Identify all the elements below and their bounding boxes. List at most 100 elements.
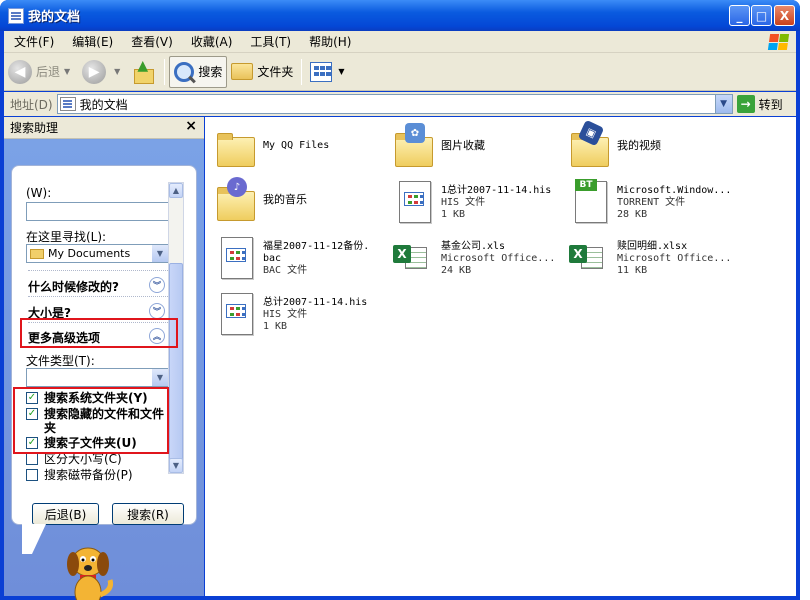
checkbox-box[interactable]: [26, 453, 38, 465]
file-name: My QQ Files: [263, 140, 330, 151]
file-name: Microsoft.Window...: [617, 185, 732, 196]
search-pane-body: (W): 在这里寻找(L): My Documents ▼ 什么时候修改的? ︾…: [4, 140, 204, 600]
minimize-button[interactable]: _: [729, 5, 750, 26]
scroll-thumb[interactable]: [169, 263, 183, 463]
file-size: 24 KB: [441, 265, 472, 276]
views-icon: [310, 61, 333, 82]
excel-icon: X: [569, 235, 609, 281]
file-size: 11 KB: [617, 265, 648, 276]
search-assistant-pane: 搜索助理 × (W): 在这里寻找(L): My Documents ▼ 什么时…: [4, 117, 204, 600]
case-sensitive-checkbox[interactable]: 区分大小写(C): [26, 452, 166, 466]
up-folder-button[interactable]: [128, 56, 160, 88]
go-button[interactable]: → 转到: [736, 95, 783, 113]
window-title: 我的文档: [28, 10, 81, 25]
chevron-down-icon[interactable]: ▼: [114, 67, 120, 76]
chevron-down-icon[interactable]: ▼: [152, 245, 168, 262]
close-button[interactable]: X: [774, 5, 795, 26]
file-item[interactable]: 总计2007-11-14.his HIS 文件 1 KB: [215, 291, 391, 347]
look-in-select[interactable]: My Documents ▼: [26, 244, 169, 263]
field-label: (W):: [26, 186, 52, 200]
search-tape-backup-checkbox[interactable]: 搜索磁带备份(P): [26, 468, 166, 482]
search-options-panel: (W): 在这里寻找(L): My Documents ▼ 什么时候修改的? ︾…: [11, 165, 197, 525]
maximize-button[interactable]: □: [751, 5, 772, 26]
file-item[interactable]: ✿ 图片收藏: [393, 123, 569, 181]
back-arrow-icon: ◀: [8, 59, 32, 84]
views-button[interactable]: ▼: [306, 56, 352, 88]
file-item[interactable]: ▣ 我的视频: [569, 119, 745, 181]
file-item[interactable]: My QQ Files: [215, 125, 391, 181]
chevron-down-icon[interactable]: ▼: [338, 67, 344, 76]
menu-bar: 文件(F) 编辑(E) 查看(V) 收藏(A) 工具(T) 帮助(H): [4, 31, 796, 53]
search-icon: [174, 61, 195, 82]
file-name: 总计2007-11-14.his: [263, 297, 368, 308]
explorer-window: 我的文档 _ □ X 文件(F) 编辑(E) 查看(V) 收藏(A) 工具(T)…: [0, 0, 800, 600]
documents-icon: [8, 7, 24, 24]
search-dog-icon: [67, 547, 113, 600]
file-item[interactable]: X 基金公司.xls Microsoft Office... 24 KB: [393, 235, 569, 291]
window-border-right: [796, 31, 800, 600]
file-item[interactable]: ♪ 我的音乐: [215, 177, 391, 235]
folder-icon: [215, 125, 255, 171]
address-field[interactable]: 我的文档 ▼: [56, 94, 733, 114]
expand-chevron-icon[interactable]: ︾: [149, 277, 165, 293]
expand-chevron-icon[interactable]: ︾: [149, 303, 165, 319]
checkbox-box[interactable]: [26, 469, 38, 481]
highlight-box: [13, 387, 169, 454]
file-type-select[interactable]: ▼: [26, 368, 169, 387]
menu-favorites[interactable]: 收藏(A): [181, 32, 241, 52]
scroll-up-button[interactable]: ▲: [169, 183, 183, 198]
file-type: HIS 文件: [263, 309, 308, 320]
go-label: 转到: [758, 97, 783, 112]
folders-button[interactable]: 文件夹: [227, 56, 297, 88]
chevron-down-icon[interactable]: ▼: [152, 369, 168, 386]
file-type: Microsoft Office...: [441, 253, 556, 264]
address-bar: 地址(D) 我的文档 ▼ → 转到: [4, 92, 796, 116]
file-name: 赎回明细.xlsx: [617, 241, 688, 252]
menu-file[interactable]: 文件(F): [4, 32, 62, 52]
file-item[interactable]: 1总计2007-11-14.his HIS 文件 1 KB: [393, 179, 569, 235]
file-name: 我的音乐: [263, 193, 307, 206]
divider: [28, 270, 178, 271]
toolbar: ◀ 后退 ▼ ▶ ▼ 搜索 文件夹 ▼: [4, 53, 796, 91]
address-dropdown-button[interactable]: ▼: [714, 95, 732, 113]
file-item[interactable]: BT Microsoft.Window... TORRENT 文件 28 KB: [569, 179, 745, 235]
search-submit-button[interactable]: 搜索(R): [112, 503, 184, 525]
pictures-folder-icon: ✿: [393, 123, 433, 171]
file-name: 基金公司.xls: [441, 241, 506, 252]
checkbox-label: 搜索磁带备份(P): [44, 468, 133, 482]
video-folder-icon: ▣: [569, 119, 609, 171]
folder-icon: [30, 248, 44, 259]
search-button[interactable]: 搜索: [169, 55, 228, 88]
file-type: TORRENT 文件: [617, 197, 686, 208]
close-pane-button[interactable]: ×: [185, 118, 197, 134]
title-bar: 我的文档 _ □ X: [0, 0, 800, 31]
scroll-down-button[interactable]: ▼: [169, 458, 183, 473]
folder-icon: [231, 63, 254, 80]
when-modified-section[interactable]: 什么时候修改的?: [28, 278, 119, 295]
look-in-label: 在这里寻找(L):: [26, 230, 107, 244]
file-name: 图片收藏: [441, 139, 485, 152]
search-text-input[interactable]: [26, 202, 169, 221]
chevron-down-icon[interactable]: ▼: [64, 67, 70, 76]
file-type-label: 文件类型(T):: [26, 354, 95, 368]
menu-edit[interactable]: 编辑(E): [62, 32, 121, 52]
menu-tools[interactable]: 工具(T): [240, 32, 299, 52]
up-folder-icon: [132, 58, 155, 84]
file-name: 福星2007-11-12备份.: [263, 241, 370, 252]
forward-arrow-icon: ▶: [82, 59, 107, 84]
back-button[interactable]: ◀ 后退 ▼: [4, 56, 78, 88]
file-size: 28 KB: [617, 209, 648, 220]
go-arrow-icon: →: [736, 95, 755, 113]
address-value: 我的文档: [79, 97, 128, 112]
menu-view[interactable]: 查看(V): [121, 32, 181, 52]
file-icon: [393, 179, 433, 225]
back-options-button[interactable]: 后退(B): [32, 503, 99, 525]
file-item[interactable]: 福星2007-11-12备份. bac BAC 文件: [215, 235, 391, 291]
forward-button[interactable]: ▶ ▼: [78, 56, 128, 88]
file-item[interactable]: X 赎回明细.xlsx Microsoft Office... 11 KB: [569, 235, 745, 291]
file-list-view: My QQ Files ✿ 图片收藏 ▣ 我的视频 ♪ 我的音乐 1总计2007…: [205, 117, 796, 596]
file-size: 1 KB: [263, 321, 288, 332]
menu-help[interactable]: 帮助(H): [299, 32, 359, 52]
checkbox-label: 区分大小写(C): [44, 452, 122, 466]
file-type: Microsoft Office...: [617, 253, 732, 264]
